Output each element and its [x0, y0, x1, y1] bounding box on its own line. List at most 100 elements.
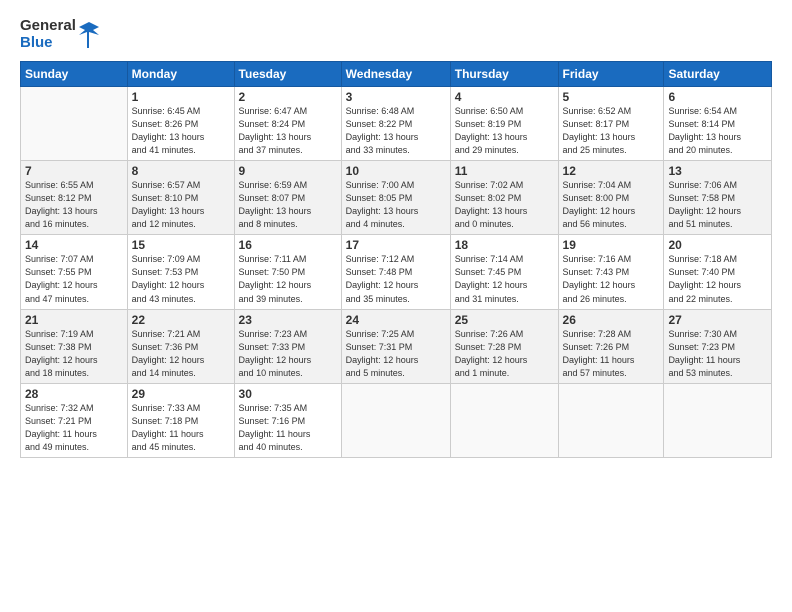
day-number: 7: [25, 164, 123, 178]
calendar: SundayMondayTuesdayWednesdayThursdayFrid…: [20, 61, 772, 458]
calendar-cell: 11Sunrise: 7:02 AM Sunset: 8:02 PM Dayli…: [450, 161, 558, 235]
day-number: 16: [239, 238, 337, 252]
day-number: 17: [346, 238, 446, 252]
calendar-cell: 19Sunrise: 7:16 AM Sunset: 7:43 PM Dayli…: [558, 235, 664, 309]
day-info: Sunrise: 6:47 AM Sunset: 8:24 PM Dayligh…: [239, 105, 337, 157]
calendar-cell: [664, 383, 772, 457]
day-info: Sunrise: 6:52 AM Sunset: 8:17 PM Dayligh…: [563, 105, 660, 157]
day-info: Sunrise: 7:14 AM Sunset: 7:45 PM Dayligh…: [455, 253, 554, 305]
day-info: Sunrise: 7:02 AM Sunset: 8:02 PM Dayligh…: [455, 179, 554, 231]
calendar-cell: [21, 87, 128, 161]
calendar-cell: [450, 383, 558, 457]
day-number: 12: [563, 164, 660, 178]
calendar-cell: 3Sunrise: 6:48 AM Sunset: 8:22 PM Daylig…: [341, 87, 450, 161]
calendar-cell: 9Sunrise: 6:59 AM Sunset: 8:07 PM Daylig…: [234, 161, 341, 235]
calendar-cell: 28Sunrise: 7:32 AM Sunset: 7:21 PM Dayli…: [21, 383, 128, 457]
calendar-cell: 18Sunrise: 7:14 AM Sunset: 7:45 PM Dayli…: [450, 235, 558, 309]
day-number: 23: [239, 313, 337, 327]
day-number: 10: [346, 164, 446, 178]
day-number: 2: [239, 90, 337, 104]
day-number: 27: [668, 313, 767, 327]
day-info: Sunrise: 7:00 AM Sunset: 8:05 PM Dayligh…: [346, 179, 446, 231]
calendar-cell: 10Sunrise: 7:00 AM Sunset: 8:05 PM Dayli…: [341, 161, 450, 235]
day-number: 15: [132, 238, 230, 252]
day-header-wednesday: Wednesday: [341, 62, 450, 87]
day-number: 28: [25, 387, 123, 401]
calendar-cell: 6Sunrise: 6:54 AM Sunset: 8:14 PM Daylig…: [664, 87, 772, 161]
calendar-cell: 30Sunrise: 7:35 AM Sunset: 7:16 PM Dayli…: [234, 383, 341, 457]
calendar-week-row: 28Sunrise: 7:32 AM Sunset: 7:21 PM Dayli…: [21, 383, 772, 457]
day-header-thursday: Thursday: [450, 62, 558, 87]
day-info: Sunrise: 6:55 AM Sunset: 8:12 PM Dayligh…: [25, 179, 123, 231]
calendar-cell: 17Sunrise: 7:12 AM Sunset: 7:48 PM Dayli…: [341, 235, 450, 309]
day-info: Sunrise: 7:28 AM Sunset: 7:26 PM Dayligh…: [563, 328, 660, 380]
day-info: Sunrise: 7:33 AM Sunset: 7:18 PM Dayligh…: [132, 402, 230, 454]
day-info: Sunrise: 7:30 AM Sunset: 7:23 PM Dayligh…: [668, 328, 767, 380]
day-number: 25: [455, 313, 554, 327]
calendar-week-row: 14Sunrise: 7:07 AM Sunset: 7:55 PM Dayli…: [21, 235, 772, 309]
day-info: Sunrise: 7:18 AM Sunset: 7:40 PM Dayligh…: [668, 253, 767, 305]
day-number: 8: [132, 164, 230, 178]
day-header-sunday: Sunday: [21, 62, 128, 87]
day-number: 1: [132, 90, 230, 104]
day-info: Sunrise: 7:16 AM Sunset: 7:43 PM Dayligh…: [563, 253, 660, 305]
day-info: Sunrise: 7:21 AM Sunset: 7:36 PM Dayligh…: [132, 328, 230, 380]
day-info: Sunrise: 6:57 AM Sunset: 8:10 PM Dayligh…: [132, 179, 230, 231]
day-info: Sunrise: 7:25 AM Sunset: 7:31 PM Dayligh…: [346, 328, 446, 380]
logo-text-block: General Blue: [20, 18, 76, 51]
day-info: Sunrise: 7:32 AM Sunset: 7:21 PM Dayligh…: [25, 402, 123, 454]
calendar-cell: 1Sunrise: 6:45 AM Sunset: 8:26 PM Daylig…: [127, 87, 234, 161]
logo-general-text: General: [20, 18, 76, 35]
day-info: Sunrise: 7:04 AM Sunset: 8:00 PM Dayligh…: [563, 179, 660, 231]
day-number: 5: [563, 90, 660, 104]
header: General Blue: [20, 18, 772, 51]
day-number: 11: [455, 164, 554, 178]
day-info: Sunrise: 7:12 AM Sunset: 7:48 PM Dayligh…: [346, 253, 446, 305]
day-info: Sunrise: 6:45 AM Sunset: 8:26 PM Dayligh…: [132, 105, 230, 157]
calendar-cell: 13Sunrise: 7:06 AM Sunset: 7:58 PM Dayli…: [664, 161, 772, 235]
logo-flag-icon: [79, 22, 99, 48]
day-header-friday: Friday: [558, 62, 664, 87]
day-info: Sunrise: 6:50 AM Sunset: 8:19 PM Dayligh…: [455, 105, 554, 157]
calendar-cell: 20Sunrise: 7:18 AM Sunset: 7:40 PM Dayli…: [664, 235, 772, 309]
day-number: 19: [563, 238, 660, 252]
calendar-cell: 4Sunrise: 6:50 AM Sunset: 8:19 PM Daylig…: [450, 87, 558, 161]
day-info: Sunrise: 7:26 AM Sunset: 7:28 PM Dayligh…: [455, 328, 554, 380]
day-info: Sunrise: 7:06 AM Sunset: 7:58 PM Dayligh…: [668, 179, 767, 231]
day-number: 24: [346, 313, 446, 327]
page: General Blue SundayMondayTuesdayWednesda…: [0, 0, 792, 612]
day-info: Sunrise: 7:07 AM Sunset: 7:55 PM Dayligh…: [25, 253, 123, 305]
calendar-week-row: 1Sunrise: 6:45 AM Sunset: 8:26 PM Daylig…: [21, 87, 772, 161]
day-header-saturday: Saturday: [664, 62, 772, 87]
logo-container: General Blue: [20, 18, 99, 51]
calendar-week-row: 21Sunrise: 7:19 AM Sunset: 7:38 PM Dayli…: [21, 309, 772, 383]
calendar-cell: 14Sunrise: 7:07 AM Sunset: 7:55 PM Dayli…: [21, 235, 128, 309]
calendar-cell: 21Sunrise: 7:19 AM Sunset: 7:38 PM Dayli…: [21, 309, 128, 383]
day-number: 22: [132, 313, 230, 327]
day-number: 4: [455, 90, 554, 104]
day-number: 21: [25, 313, 123, 327]
day-number: 26: [563, 313, 660, 327]
logo-blue-text: Blue: [20, 35, 76, 52]
day-number: 20: [668, 238, 767, 252]
calendar-cell: 27Sunrise: 7:30 AM Sunset: 7:23 PM Dayli…: [664, 309, 772, 383]
calendar-cell: 25Sunrise: 7:26 AM Sunset: 7:28 PM Dayli…: [450, 309, 558, 383]
day-info: Sunrise: 7:19 AM Sunset: 7:38 PM Dayligh…: [25, 328, 123, 380]
day-number: 30: [239, 387, 337, 401]
day-info: Sunrise: 7:35 AM Sunset: 7:16 PM Dayligh…: [239, 402, 337, 454]
day-number: 29: [132, 387, 230, 401]
calendar-cell: 16Sunrise: 7:11 AM Sunset: 7:50 PM Dayli…: [234, 235, 341, 309]
calendar-cell: 2Sunrise: 6:47 AM Sunset: 8:24 PM Daylig…: [234, 87, 341, 161]
day-number: 14: [25, 238, 123, 252]
calendar-cell: 12Sunrise: 7:04 AM Sunset: 8:00 PM Dayli…: [558, 161, 664, 235]
day-info: Sunrise: 7:23 AM Sunset: 7:33 PM Dayligh…: [239, 328, 337, 380]
calendar-cell: 22Sunrise: 7:21 AM Sunset: 7:36 PM Dayli…: [127, 309, 234, 383]
calendar-cell: 29Sunrise: 7:33 AM Sunset: 7:18 PM Dayli…: [127, 383, 234, 457]
day-number: 3: [346, 90, 446, 104]
logo: General Blue: [20, 18, 99, 51]
day-number: 9: [239, 164, 337, 178]
day-number: 13: [668, 164, 767, 178]
day-number: 6: [668, 90, 767, 104]
calendar-cell: [558, 383, 664, 457]
calendar-cell: 8Sunrise: 6:57 AM Sunset: 8:10 PM Daylig…: [127, 161, 234, 235]
